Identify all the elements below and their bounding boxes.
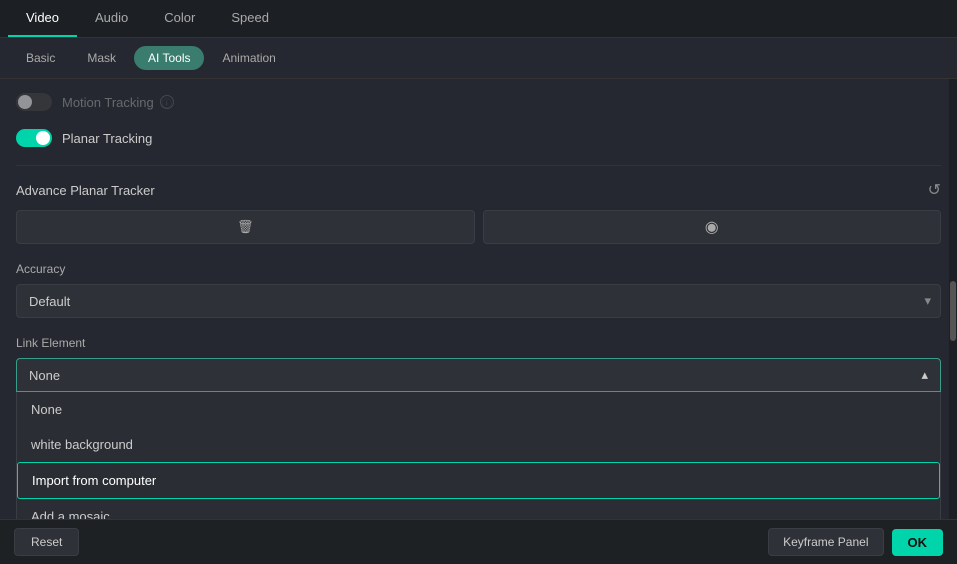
scrollbar-thumb <box>950 281 956 341</box>
subtab-mask[interactable]: Mask <box>73 46 130 70</box>
subtab-ai-tools[interactable]: AI Tools <box>134 46 204 70</box>
eye-button[interactable]: ◉ <box>483 210 942 244</box>
link-element-value: None <box>29 368 60 383</box>
app-container: Video Audio Color Speed Basic Mask AI To… <box>0 0 957 564</box>
motion-tracking-label: Motion Tracking ⓘ <box>62 95 174 110</box>
divider-1 <box>16 165 941 166</box>
tab-speed[interactable]: Speed <box>213 0 287 37</box>
link-element-wrapper: None ▴ None white background Import from… <box>16 358 941 392</box>
dropdown-item-import[interactable]: Import from computer <box>17 462 940 499</box>
subtab-basic[interactable]: Basic <box>12 46 69 70</box>
accuracy-value: Default <box>29 294 70 309</box>
accuracy-select-wrapper: Default ▾ <box>16 284 941 318</box>
delete-button[interactable]: 🗑 <box>16 210 475 244</box>
bottom-bar: Reset Keyframe Panel OK <box>0 519 957 564</box>
bottom-right-controls: Keyframe Panel OK <box>768 528 943 556</box>
ok-button[interactable]: OK <box>892 529 944 556</box>
scrollbar[interactable] <box>949 79 957 519</box>
toggle-knob-motion <box>18 95 32 109</box>
dropdown-item-mosaic[interactable]: Add a mosaic <box>17 499 940 519</box>
link-element-chevron-icon: ▴ <box>921 367 928 383</box>
reset-advance-tracker-icon[interactable]: ↺ <box>928 180 941 200</box>
accuracy-select[interactable]: Default <box>16 284 941 318</box>
subtab-animation[interactable]: Animation <box>208 46 289 70</box>
planar-tracking-toggle[interactable] <box>16 129 52 147</box>
action-buttons: 🗑 ◉ <box>16 210 941 244</box>
link-element-select[interactable]: None ▴ <box>16 358 941 392</box>
accuracy-label: Accuracy <box>16 262 941 276</box>
tab-color[interactable]: Color <box>146 0 213 37</box>
keyframe-panel-button[interactable]: Keyframe Panel <box>768 528 883 556</box>
advance-planar-tracker-header: Advance Planar Tracker ↺ <box>16 180 941 200</box>
tab-audio[interactable]: Audio <box>77 0 146 37</box>
top-tabs: Video Audio Color Speed <box>0 0 957 38</box>
content-area: Motion Tracking ⓘ Planar Tracking Advanc… <box>0 79 957 519</box>
planar-tracking-label: Planar Tracking <box>62 131 152 146</box>
toggle-knob-planar <box>36 131 50 145</box>
scrollable-content: Motion Tracking ⓘ Planar Tracking Advanc… <box>0 79 957 519</box>
link-element-dropdown: None white background Import from comput… <box>16 392 941 519</box>
link-element-label: Link Element <box>16 336 941 350</box>
eye-icon: ◉ <box>705 217 719 237</box>
dropdown-item-white-bg[interactable]: white background <box>17 427 940 462</box>
advance-planar-tracker-title: Advance Planar Tracker <box>16 183 155 198</box>
sub-tabs: Basic Mask AI Tools Animation <box>0 38 957 79</box>
reset-button[interactable]: Reset <box>14 528 79 556</box>
motion-tracking-row: Motion Tracking ⓘ <box>16 93 941 111</box>
motion-tracking-info-icon: ⓘ <box>160 95 174 109</box>
delete-icon: 🗑 <box>237 219 254 235</box>
motion-tracking-toggle[interactable] <box>16 93 52 111</box>
tab-video[interactable]: Video <box>8 0 77 37</box>
planar-tracking-row: Planar Tracking <box>16 129 941 147</box>
dropdown-item-none[interactable]: None <box>17 392 940 427</box>
